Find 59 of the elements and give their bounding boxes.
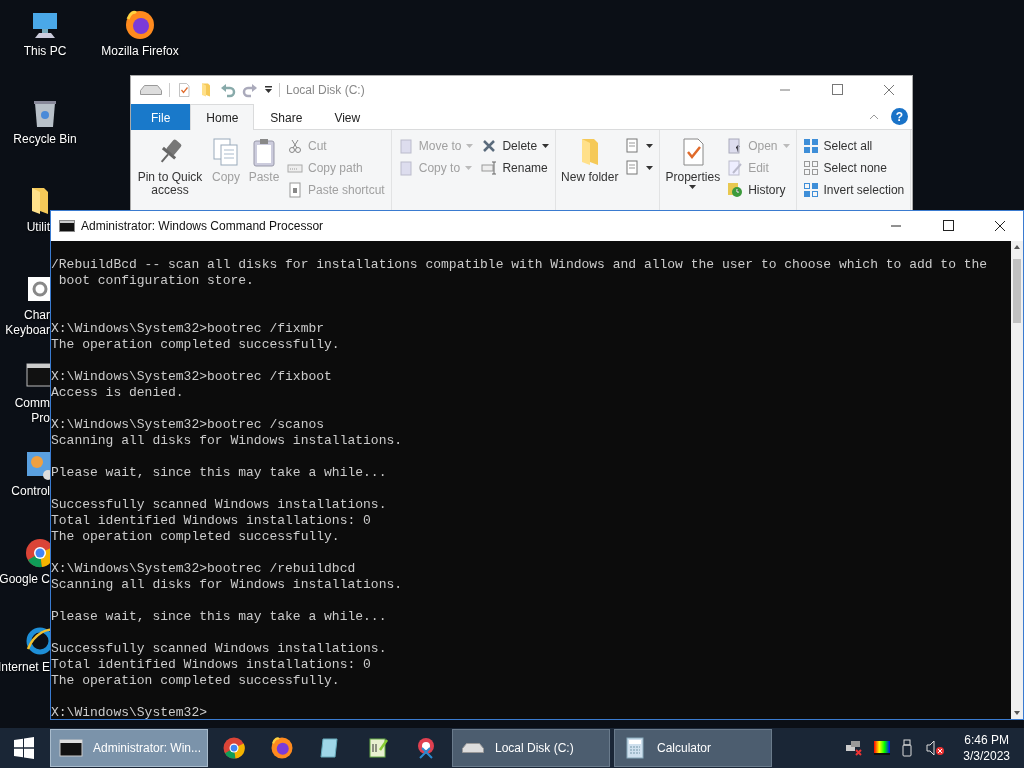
icon-label[interactable]: Recycle Bin <box>13 132 77 147</box>
shortcut-icon <box>287 182 303 198</box>
ribbon-button[interactable]: Invert selection <box>799 180 908 200</box>
chrome-icon[interactable] <box>222 736 246 760</box>
help-button[interactable]: ? <box>891 108 908 125</box>
color-display-icon[interactable] <box>873 740 892 756</box>
icon-label[interactable]: Keyboar <box>5 323 50 338</box>
taskbar-button[interactable]: Local Disk (C:) <box>452 729 610 767</box>
drive-icon <box>461 742 485 754</box>
console-output: /RebuildBcd -- scan all disks for installations compatible with Windows and allow the user to choose which to add to the boot configuration store. X:\Windows\System32>bootrec /fixmbr The operation completed successfully. X:\Windows\System32>bootrec /fixboot Access is denied. X:\Windows\System32>bootrec /scanos Scanning all disks for Windows installations. Please wait, since this may take a while... Successfully scanned Windows installations. Total identified Windows installations: 0 The operation completed successfully. X:\Windows\System32>bootrec /rebuildbcd Scanning all disks for Windows installations. Please wait, since this may take a while... Successfully scanned Windows installations. Total identified Windows installations: 0 The operation completed successfully. X:\Windows\System32> <box>51 256 989 719</box>
drive-icon <box>139 84 163 96</box>
ribbon-button[interactable]: Rename <box>478 158 553 178</box>
terminal-icon <box>59 220 75 232</box>
clock-time: 6:46 PM <box>964 732 1009 748</box>
fox-icon <box>124 9 156 41</box>
history-icon <box>727 182 744 198</box>
select-all-icon <box>802 138 819 154</box>
ribbon-tab[interactable]: Share <box>254 104 319 130</box>
ribbon-button[interactable]: Properties <box>663 134 723 191</box>
notebook-icon[interactable] <box>366 736 390 760</box>
caret-icon[interactable] <box>264 86 273 94</box>
ribbon-button[interactable]: Delete <box>478 136 553 156</box>
document-icon <box>397 160 414 176</box>
ribbon-button[interactable]: Select none <box>799 158 908 178</box>
icon-label[interactable]: Control <box>11 484 50 499</box>
taskbar-button[interactable]: Calculator <box>614 729 772 767</box>
calculator-icon <box>623 737 647 759</box>
window-title: Administrator: Windows Command Processor <box>81 219 324 233</box>
clock[interactable]: 6:46 PM 3/3/2023 <box>959 728 1024 768</box>
muted-speaker-icon[interactable] <box>925 740 946 756</box>
icon-label[interactable]: Mozilla Firefox <box>101 44 179 59</box>
edit-icon <box>727 160 744 176</box>
window-title: Local Disk (C:) <box>286 83 365 97</box>
icon-label[interactable]: Pro <box>31 411 50 426</box>
icon-label[interactable]: Utilit <box>26 220 50 235</box>
select-none-icon <box>802 160 819 176</box>
ribbon-button[interactable]: Select all <box>799 136 908 156</box>
scroll-thumb[interactable] <box>1013 259 1021 323</box>
icon-label[interactable]: Char <box>24 308 50 323</box>
ribbon-button[interactable]: New folder <box>559 134 621 186</box>
invert-selection-icon <box>802 182 819 198</box>
network-icon[interactable] <box>845 740 864 756</box>
fox-icon[interactable] <box>270 736 294 760</box>
document-icon <box>397 138 414 154</box>
properties-icon <box>176 82 192 98</box>
scrollbar[interactable] <box>1011 241 1023 719</box>
ribbon-tab[interactable]: View <box>318 104 377 130</box>
ribbon-tab[interactable]: Home <box>190 104 255 130</box>
terminal-icon <box>59 737 83 759</box>
icon-label[interactable]: Comm <box>14 396 50 411</box>
clock-date: 3/3/2023 <box>963 748 1010 764</box>
ribbon-button[interactable]: Pin to Quick access <box>134 134 206 199</box>
ribbon-button[interactable]: History <box>724 180 793 200</box>
collapse-ribbon-icon[interactable] <box>869 113 879 120</box>
rename-icon <box>481 160 498 176</box>
icon-label[interactable]: Google C <box>0 572 50 587</box>
ribbon-tab[interactable]: File <box>131 104 191 130</box>
delete-icon <box>481 138 498 154</box>
icon-label[interactable]: This PC <box>23 44 67 59</box>
